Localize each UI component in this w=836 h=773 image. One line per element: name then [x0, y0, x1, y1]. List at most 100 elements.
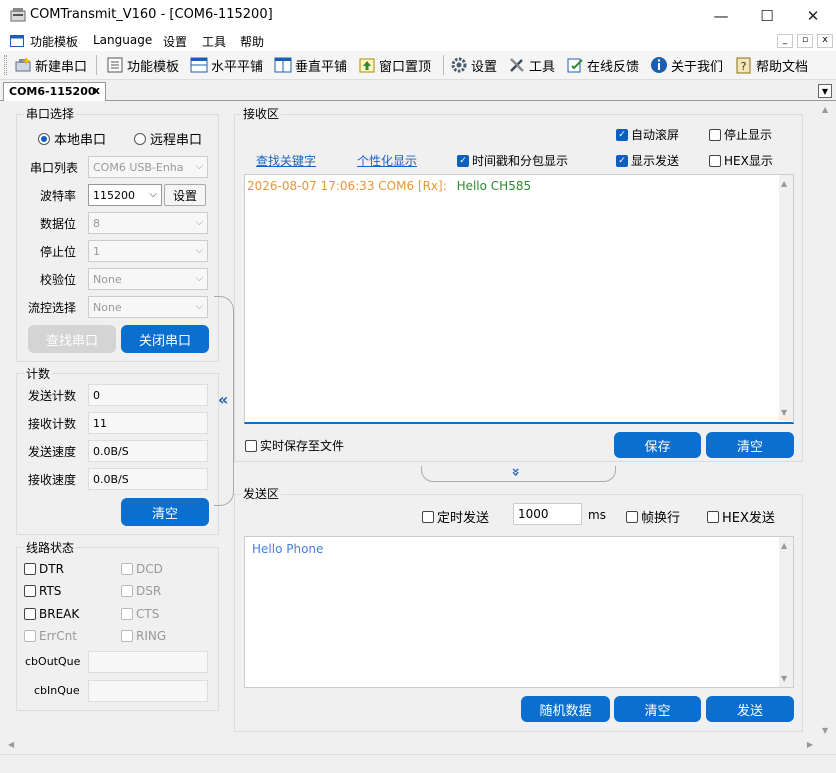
tile-vertical-label: 垂直平铺 [295, 59, 348, 75]
stopbits-label: 停止位 [40, 245, 77, 259]
scroll-down-icon[interactable]: ▼ [781, 674, 787, 683]
collapse-left-icon[interactable]: « [218, 390, 228, 409]
function-template-button[interactable]: 功能模板 [106, 54, 179, 76]
send-scrollbar[interactable]: ▲ ▼ [779, 537, 793, 687]
dtr-checkbox[interactable]: DTR [24, 562, 64, 576]
menu-bar: 功能模板 Language 设置 工具 帮助 _ ▫ x [0, 31, 836, 51]
send-speed-label: 发送速度 [28, 445, 77, 459]
frame-newline-checkbox[interactable]: 帧换行 [626, 507, 680, 526]
minimize-button[interactable]: — [698, 0, 744, 31]
flow-control-select: None ⌵ [88, 296, 208, 318]
receive-scrollbar[interactable]: ▲ ▼ [779, 175, 793, 421]
random-data-button[interactable]: 随机数据 [521, 696, 610, 722]
clear-receive-button[interactable]: 清空 [706, 432, 794, 458]
stop-display-checkbox[interactable]: 停止显示 [709, 126, 772, 143]
tab-com6[interactable]: COM6-115200 x [3, 82, 106, 101]
stopbits-select: 1 ⌵ [88, 240, 208, 262]
send-button[interactable]: 发送 [706, 696, 794, 722]
scroll-left-icon[interactable]: ◀ [8, 740, 14, 749]
dcd-label: DCD [136, 562, 163, 576]
send-textarea[interactable]: Hello Phone ▲ ▼ [244, 536, 794, 688]
scroll-up-icon[interactable]: ▲ [781, 541, 787, 550]
show-send-checkbox[interactable]: ✓ 显示发送 [616, 152, 679, 169]
save-to-file-checkbox[interactable]: 实时保存至文件 [245, 437, 344, 454]
checkbox-icon [24, 585, 36, 597]
settings-button[interactable]: 设置 [450, 54, 497, 76]
feedback-icon [567, 58, 583, 73]
maximize-button[interactable]: ☐ [744, 0, 790, 31]
clear-count-button[interactable]: 清空 [121, 498, 209, 526]
hex-display-checkbox[interactable]: HEX显示 [709, 152, 773, 169]
about-us-button[interactable]: 关于我们 [650, 54, 723, 76]
local-port-radio[interactable]: 本地串口 [38, 129, 106, 148]
menu-language[interactable]: Language [93, 33, 152, 47]
dsr-checkbox: DSR [121, 584, 161, 598]
dtr-label: DTR [39, 562, 64, 576]
mdi-window-icon [10, 35, 24, 47]
baud-value: 115200 [93, 189, 135, 202]
mdi-minimize-button[interactable]: _ [777, 34, 793, 48]
databits-select: 8 ⌵ [88, 212, 208, 234]
save-button[interactable]: 保存 [614, 432, 701, 458]
radio-unchecked-icon [134, 132, 146, 145]
help-docs-button[interactable]: ? 帮助文档 [735, 54, 808, 76]
tools-button[interactable]: 工具 [508, 54, 555, 76]
collapse-down-icon[interactable]: » [508, 467, 524, 476]
receive-textarea[interactable]: 2026-08-07 17:06:33 COM6 [Rx]: Hello CH5… [244, 174, 794, 424]
baud-settings-button[interactable]: 设置 [164, 184, 206, 206]
tile-vertical-button[interactable]: 垂直平铺 [274, 54, 347, 76]
remote-port-radio[interactable]: 远程串口 [134, 129, 202, 148]
new-port-icon [15, 57, 31, 72]
personalize-display-link[interactable]: 个性化显示 [357, 152, 417, 169]
flow-control-label: 流控选择 [28, 301, 77, 315]
frame-newline-label: 帧换行 [641, 511, 681, 526]
hex-send-checkbox[interactable]: HEX发送 [707, 507, 775, 526]
tile-vertical-icon [274, 57, 292, 73]
scroll-right-icon[interactable]: ▶ [807, 740, 813, 749]
rts-checkbox[interactable]: RTS [24, 584, 61, 598]
flow-control-value: None [93, 301, 122, 314]
auto-scroll-checkbox[interactable]: ✓ 自动滚屏 [616, 126, 679, 143]
app-icon [10, 8, 26, 22]
menu-help[interactable]: 帮助 [240, 33, 264, 50]
log-timestamp: 2026-08-07 17:06:33 COM6 [Rx]: [247, 179, 447, 193]
interval-unit: ms [588, 508, 606, 522]
scroll-up-icon[interactable]: ▲ [781, 179, 787, 188]
scroll-down-icon[interactable]: ▼ [781, 408, 787, 417]
send-interval-input[interactable]: 1000 [513, 503, 582, 525]
window-top-button[interactable]: 窗口置顶 [358, 54, 431, 76]
menu-function-template[interactable]: 功能模板 [30, 33, 78, 50]
tab-list-dropdown[interactable]: ▼ [818, 84, 832, 98]
mdi-close-button[interactable]: x [817, 34, 833, 48]
window-vertical-scrollbar[interactable]: ▲ ▼ [819, 102, 834, 738]
line-status-title: 线路状态 [24, 539, 77, 556]
tile-horizontal-button[interactable]: 水平平铺 [190, 54, 263, 76]
find-keyword-link[interactable]: 查找关键字 [256, 152, 316, 169]
tab-close-icon[interactable]: x [93, 84, 100, 97]
checkbox-icon [245, 439, 257, 452]
send-group-title: 发送区 [241, 485, 282, 502]
send-text: Hello Phone [252, 542, 324, 556]
online-feedback-button[interactable]: 在线反馈 [566, 54, 639, 76]
baud-rate-select[interactable]: 115200 ⌵ [88, 184, 162, 206]
checkbox-checked-icon: ✓ [616, 154, 628, 167]
menu-tools[interactable]: 工具 [202, 33, 226, 50]
close-window-button[interactable]: ✕ [790, 0, 836, 31]
timestamp-checkbox[interactable]: ✓ 时间戳和分包显示 [457, 152, 568, 169]
close-port-button[interactable]: 关闭串口 [121, 325, 209, 353]
timed-send-checkbox[interactable]: 定时发送 [422, 507, 489, 526]
mdi-restore-button[interactable]: ▫ [797, 34, 813, 48]
clear-send-button[interactable]: 清空 [614, 696, 701, 722]
timed-send-label: 定时发送 [437, 511, 490, 526]
scroll-up-icon[interactable]: ▲ [822, 105, 828, 114]
break-label: BREAK [39, 607, 80, 621]
cboutque-label: cbOutQue [25, 655, 81, 668]
menu-settings[interactable]: 设置 [163, 33, 187, 50]
tools-icon [510, 58, 524, 72]
send-speed-value: 0.0B/S [88, 440, 208, 462]
break-checkbox[interactable]: BREAK [24, 607, 79, 621]
find-port-button[interactable]: 查找串口 [28, 325, 116, 353]
window-horizontal-scrollbar[interactable]: ◀ ▶ [2, 738, 819, 753]
new-port-button[interactable]: 新建串口 [14, 54, 87, 76]
scroll-down-icon[interactable]: ▼ [822, 726, 828, 735]
